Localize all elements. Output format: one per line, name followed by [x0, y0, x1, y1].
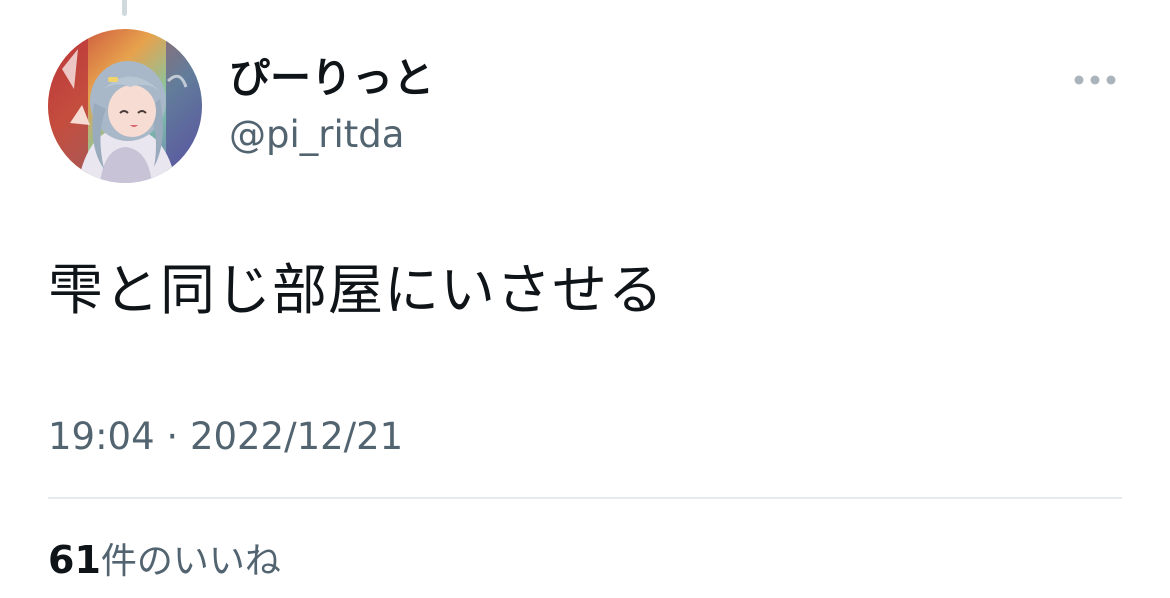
meta-separator: · [166, 415, 179, 458]
avatar-illustration [48, 29, 202, 183]
thread-connector-line [122, 0, 127, 16]
likes-label: 件のいいね [100, 541, 281, 582]
tweet-detail: ぴーりっと @pi_ritda 雫と同じ部屋にいさせる 19:04 · 2022… [0, 0, 1170, 598]
author-display-name[interactable]: ぴーりっと [229, 50, 434, 106]
tweet-timestamp: 19:04 · 2022/12/21 [48, 410, 403, 464]
avatar[interactable] [48, 29, 202, 183]
more-options-button[interactable] [1064, 58, 1126, 102]
more-horizontal-icon [1074, 75, 1116, 85]
divider [48, 497, 1122, 499]
likes-link[interactable]: 61件のいいね [48, 532, 281, 590]
tweet-text: 雫と同じ部屋にいさせる [48, 258, 665, 322]
tweet-date[interactable]: 2022/12/21 [190, 415, 403, 458]
author-handle[interactable]: @pi_ritda [229, 110, 404, 160]
tweet-time[interactable]: 19:04 [48, 415, 155, 458]
likes-count: 61 [48, 538, 101, 582]
